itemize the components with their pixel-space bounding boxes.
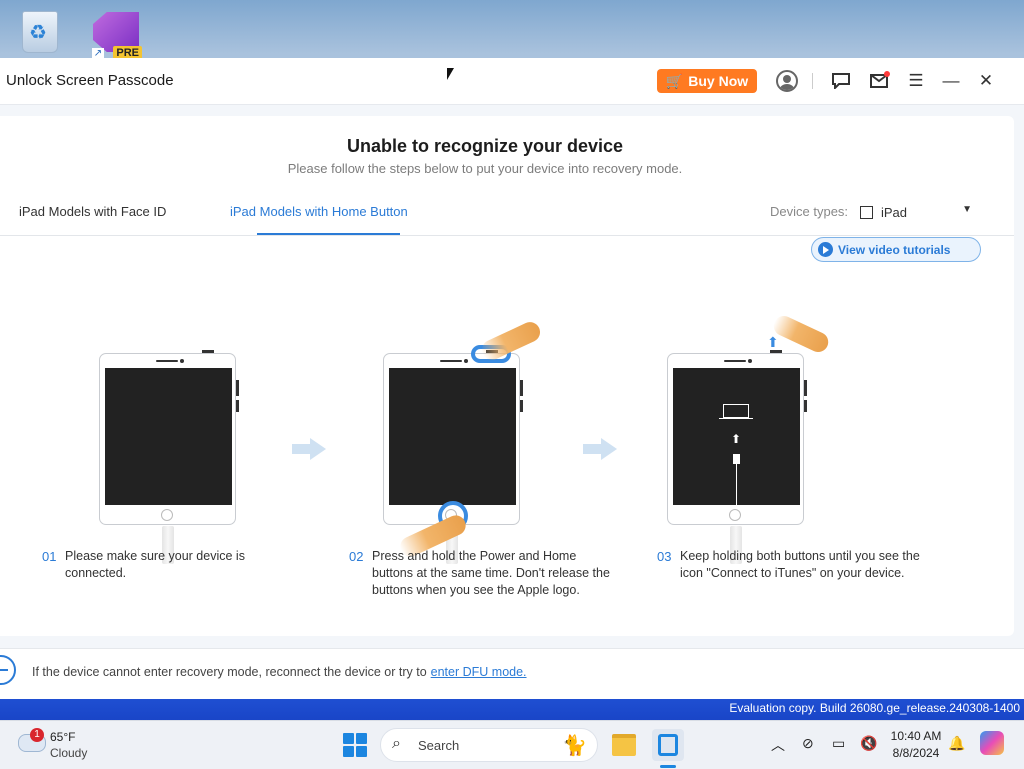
buy-now-label: Buy Now xyxy=(688,73,749,89)
tab-divider xyxy=(0,235,1014,236)
page-title: Unable to recognize your device xyxy=(346,136,624,156)
notification-bell-icon[interactable]: 🔔 xyxy=(948,735,965,752)
file-explorer-icon[interactable] xyxy=(608,729,640,761)
footer-message: If the device cannot enter recovery mode… xyxy=(32,665,427,679)
mouse-cursor-icon xyxy=(447,68,454,80)
network-offline-icon[interactable]: ⊘ xyxy=(802,735,814,752)
title-bar: Unlock Screen Passcode 🛒 Buy Now ☰ — ✕ xyxy=(0,58,1024,105)
display-icon[interactable]: ▭ xyxy=(832,735,845,752)
minimize-icon[interactable]: — xyxy=(939,69,963,93)
ipad-illustration-step-2 xyxy=(383,350,523,525)
windows-start-icon[interactable] xyxy=(343,733,367,757)
clock-date: 8/8/2024 xyxy=(892,746,940,760)
weather-temperature: 65°F xyxy=(50,730,76,744)
weather-condition: Cloudy xyxy=(50,746,88,760)
laptop-icon xyxy=(723,404,749,418)
cart-icon: 🛒 xyxy=(665,72,684,89)
page-subtitle: Please follow the steps below to put you… xyxy=(287,161,683,176)
ipad-device-icon xyxy=(860,205,873,219)
taskbar: 1 65°F Cloudy ⌕ Search 🐈 ︿ ⊘ ▭ 🔇 10:40 A… xyxy=(0,720,1024,769)
step-text: Please make sure your device is connecte… xyxy=(65,549,245,580)
buy-now-button[interactable]: 🛒 Buy Now xyxy=(657,69,757,93)
view-video-tutorials-button[interactable]: View video tutorials xyxy=(811,237,981,262)
tab-face-id[interactable]: iPad Models with Face ID xyxy=(19,204,166,219)
tab-home-button[interactable]: iPad Models with Home Button xyxy=(230,204,408,219)
app-window: Unlock Screen Passcode 🛒 Buy Now ☰ — ✕ U… xyxy=(0,58,1024,699)
device-selected-value: iPad xyxy=(881,204,908,220)
enter-dfu-mode-link[interactable]: enter DFU mode. xyxy=(431,665,527,679)
step-text: Keep holding both buttons until you see … xyxy=(680,549,920,580)
release-arrow-icon: ⬆ xyxy=(767,334,779,350)
close-icon[interactable]: ✕ xyxy=(974,69,998,93)
arrow-right-icon xyxy=(583,438,619,460)
taskbar-search[interactable]: ⌕ Search 🐈 xyxy=(380,728,598,762)
search-label: Search xyxy=(418,738,460,753)
evaluation-watermark: Evaluation copy. Build 26080.ge_release.… xyxy=(729,701,1020,715)
recycle-bin-icon[interactable] xyxy=(16,8,64,56)
finger-release-icon xyxy=(770,312,832,356)
chevron-down-icon: ▼ xyxy=(962,204,972,215)
volume-muted-icon[interactable]: 🔇 xyxy=(860,735,877,752)
step-number: 03 xyxy=(657,549,672,564)
clock-time: 10:40 AM xyxy=(890,729,942,743)
apple-logo-icon xyxy=(436,420,466,454)
back-icon[interactable] xyxy=(0,655,16,685)
main-panel: Unable to recognize your device Please f… xyxy=(0,116,1014,636)
feedback-icon[interactable] xyxy=(829,69,853,93)
ipad-illustration-step-1 xyxy=(99,350,239,525)
weather-badge: 1 xyxy=(30,728,44,742)
lightning-plug-icon xyxy=(733,454,740,464)
device-type-select[interactable]: iPad ▼ xyxy=(860,202,976,222)
copilot-icon[interactable] xyxy=(980,731,1004,755)
play-icon xyxy=(818,242,833,257)
search-icon: ⌕ xyxy=(392,735,401,752)
footer-text: If the device cannot enter recovery mode… xyxy=(32,665,527,679)
menu-icon[interactable]: ☰ xyxy=(904,69,928,93)
notification-dot xyxy=(884,71,890,77)
arrow-right-icon xyxy=(292,438,328,460)
step-number: 02 xyxy=(349,549,364,564)
system-clock[interactable]: 10:40 AM 8/8/2024 xyxy=(890,728,942,762)
up-arrow-icon: ⬆ xyxy=(731,432,742,446)
title-separator xyxy=(812,73,813,89)
step-text: Press and hold the Power and Home button… xyxy=(372,549,610,597)
unlock-app-taskbar-icon[interactable] xyxy=(652,729,684,761)
mail-icon[interactable] xyxy=(867,69,891,93)
app-title: Unlock Screen Passcode xyxy=(6,72,174,89)
ipad-illustration-step-3: ⬆ xyxy=(667,350,807,525)
video-button-label: View video tutorials xyxy=(838,242,951,257)
chevron-up-icon[interactable]: ︿ xyxy=(771,735,785,755)
account-avatar-icon[interactable] xyxy=(775,69,799,93)
device-types-label: Device types: xyxy=(770,204,849,219)
weather-widget[interactable]: 1 65°F Cloudy xyxy=(18,728,108,764)
footer-bar: If the device cannot enter recovery mode… xyxy=(0,648,1024,699)
step-number: 01 xyxy=(42,549,57,564)
search-highlight-cat-icon: 🐈 xyxy=(562,735,587,757)
visual-studio-preview-icon[interactable]: ↗ PRE xyxy=(92,8,142,60)
